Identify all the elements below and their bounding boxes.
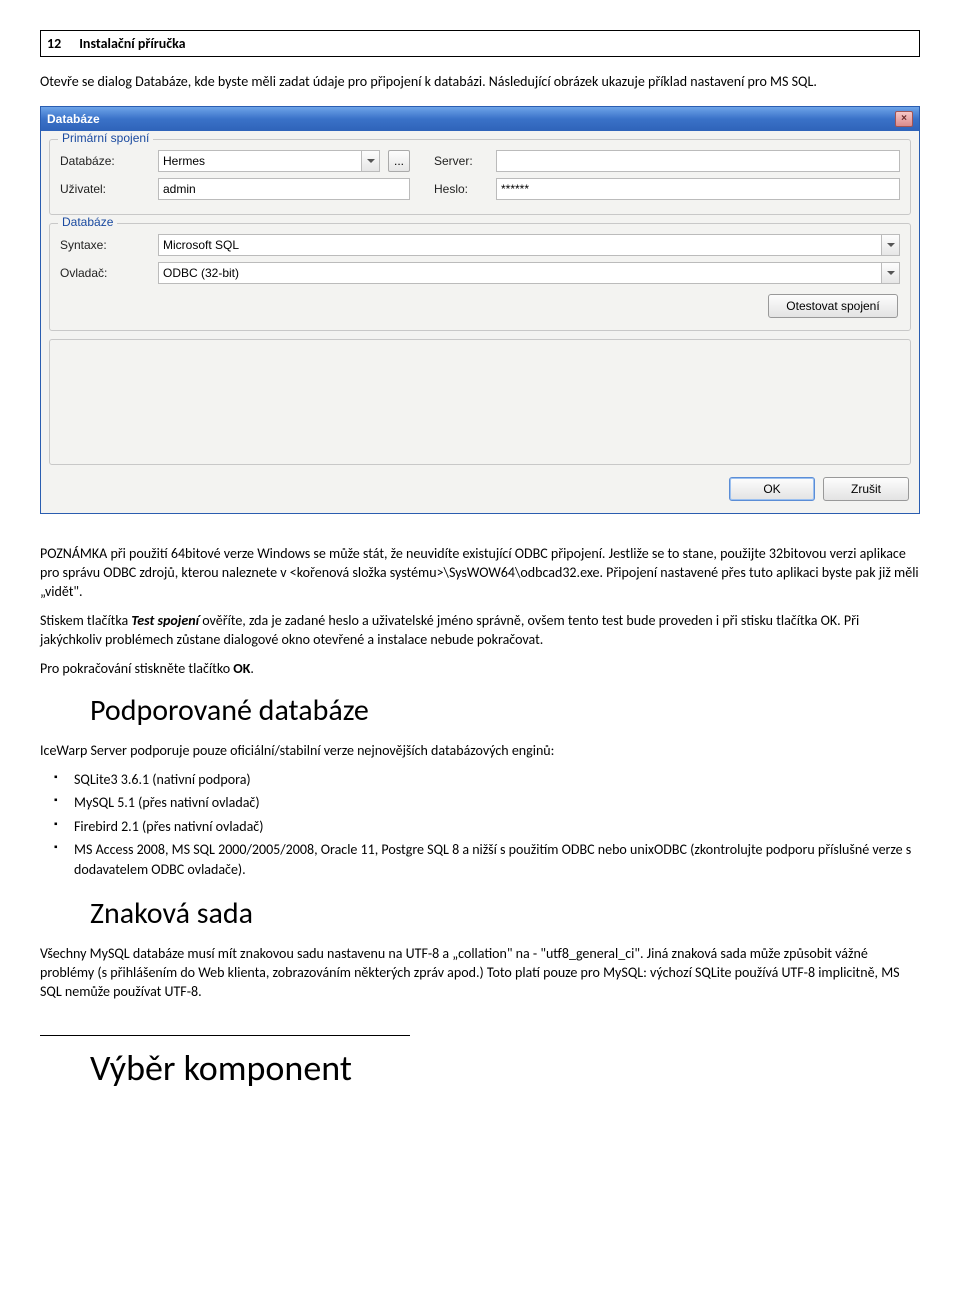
driver-combobox[interactable]: ODBC (32-bit): [158, 262, 900, 284]
charset-heading: Znaková sada: [90, 895, 920, 932]
supported-db-list: SQLite3 3.6.1 (nativní podpora) MySQL 5.…: [40, 770, 920, 880]
dialog-titlebar[interactable]: Databáze ×: [41, 107, 919, 131]
user-label: Uživatel:: [60, 182, 150, 196]
password-label: Heslo:: [434, 182, 488, 196]
charset-paragraph: Všechny MySQL databáze musí mít znakovou…: [40, 944, 920, 1001]
footer-rule: [40, 1035, 410, 1036]
list-item: MySQL 5.1 (přes nativní ovladač): [40, 793, 920, 813]
database-label: Databáze:: [60, 154, 150, 168]
chevron-down-icon[interactable]: [881, 235, 899, 255]
page-header: 12 Instalační příručka: [40, 30, 920, 57]
database-group: Databáze Syntaxe: Microsoft SQL Ovladač:: [49, 223, 911, 331]
driver-label: Ovladač:: [60, 266, 150, 280]
dialog-title: Databáze: [47, 112, 100, 126]
component-selection-heading: Výběr komponent: [90, 1046, 920, 1090]
chevron-down-icon[interactable]: [361, 151, 379, 171]
list-item: Firebird 2.1 (přes nativní ovladač): [40, 817, 920, 837]
database-combobox[interactable]: Hermes: [158, 150, 380, 172]
database-legend: Databáze: [58, 215, 117, 229]
primary-connection-group: Primární spojení Databáze: Hermes ... Se…: [49, 139, 911, 215]
syntax-combobox[interactable]: Microsoft SQL: [158, 234, 900, 256]
chevron-down-icon[interactable]: [881, 263, 899, 283]
list-item: SQLite3 3.6.1 (nativní podpora): [40, 770, 920, 790]
list-item: MS Access 2008, MS SQL 2000/2005/2008, O…: [40, 840, 920, 881]
cancel-button[interactable]: Zrušit: [823, 477, 909, 501]
page-number: 12: [47, 35, 61, 52]
syntax-label: Syntaxe:: [60, 238, 150, 252]
supported-db-intro: IceWarp Server podporuje pouze oficiální…: [40, 741, 920, 760]
supported-db-heading: Podporované databáze: [90, 692, 920, 729]
server-label: Server:: [434, 154, 488, 168]
database-dialog: Databáze × Primární spojení Databáze: He…: [40, 106, 920, 514]
server-input[interactable]: [496, 150, 900, 172]
browse-button[interactable]: ...: [388, 150, 410, 172]
password-input[interactable]: [496, 178, 900, 200]
test-paragraph: Stiskem tlačítka Test spojení ověříte, z…: [40, 611, 920, 649]
note-paragraph: POZNÁMKA při použití 64bitové verze Wind…: [40, 544, 920, 601]
ok-button[interactable]: OK: [729, 477, 815, 501]
intro-paragraph: Otevře se dialog Databáze, kde byste měl…: [40, 73, 920, 92]
test-connection-button[interactable]: Otestovat spojení: [768, 294, 898, 318]
close-icon[interactable]: ×: [895, 111, 913, 127]
primary-legend: Primární spojení: [58, 131, 153, 145]
doc-title: Instalační příručka: [79, 35, 185, 52]
empty-panel: [49, 339, 911, 465]
ok-paragraph: Pro pokračování stiskněte tlačítko OK.: [40, 659, 920, 678]
user-input[interactable]: [158, 178, 410, 200]
